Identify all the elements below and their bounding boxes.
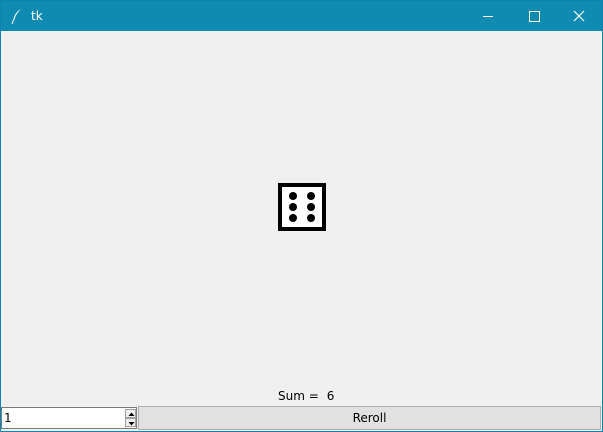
sum-label: Sum =: [278, 389, 319, 403]
die-pip: [289, 203, 297, 211]
minimize-icon: [483, 16, 493, 17]
client-area: Sum = 6 Reroll: [1, 31, 602, 431]
die-face: [278, 183, 326, 231]
close-button[interactable]: [556, 1, 602, 31]
die-six-icon: [278, 183, 326, 231]
die-pip: [289, 192, 297, 200]
spin-down-button[interactable]: [125, 418, 136, 427]
minimize-button[interactable]: [465, 1, 511, 31]
die-pip: [307, 192, 315, 200]
maximize-icon: [529, 11, 540, 22]
dice-count-spinbox[interactable]: [1, 407, 137, 429]
triangle-up-icon: [128, 412, 135, 416]
spin-up-button[interactable]: [125, 409, 136, 418]
tk-feather-icon: [9, 7, 25, 25]
close-icon: [573, 10, 585, 22]
reroll-button[interactable]: Reroll: [138, 406, 601, 430]
die-pip: [289, 214, 297, 222]
die-pip: [307, 214, 315, 222]
title-bar[interactable]: tk: [1, 1, 602, 31]
die-pip: [307, 203, 315, 211]
sum-value: 6: [326, 389, 335, 403]
triangle-down-icon: [128, 422, 135, 426]
maximize-button[interactable]: [511, 1, 557, 31]
window-title: tk: [31, 9, 43, 23]
app-window: tk Sum = 6 1 Reroll: [0, 0, 603, 432]
dice-count-input[interactable]: [4, 409, 120, 427]
sum-display: Sum = 6: [278, 388, 334, 404]
